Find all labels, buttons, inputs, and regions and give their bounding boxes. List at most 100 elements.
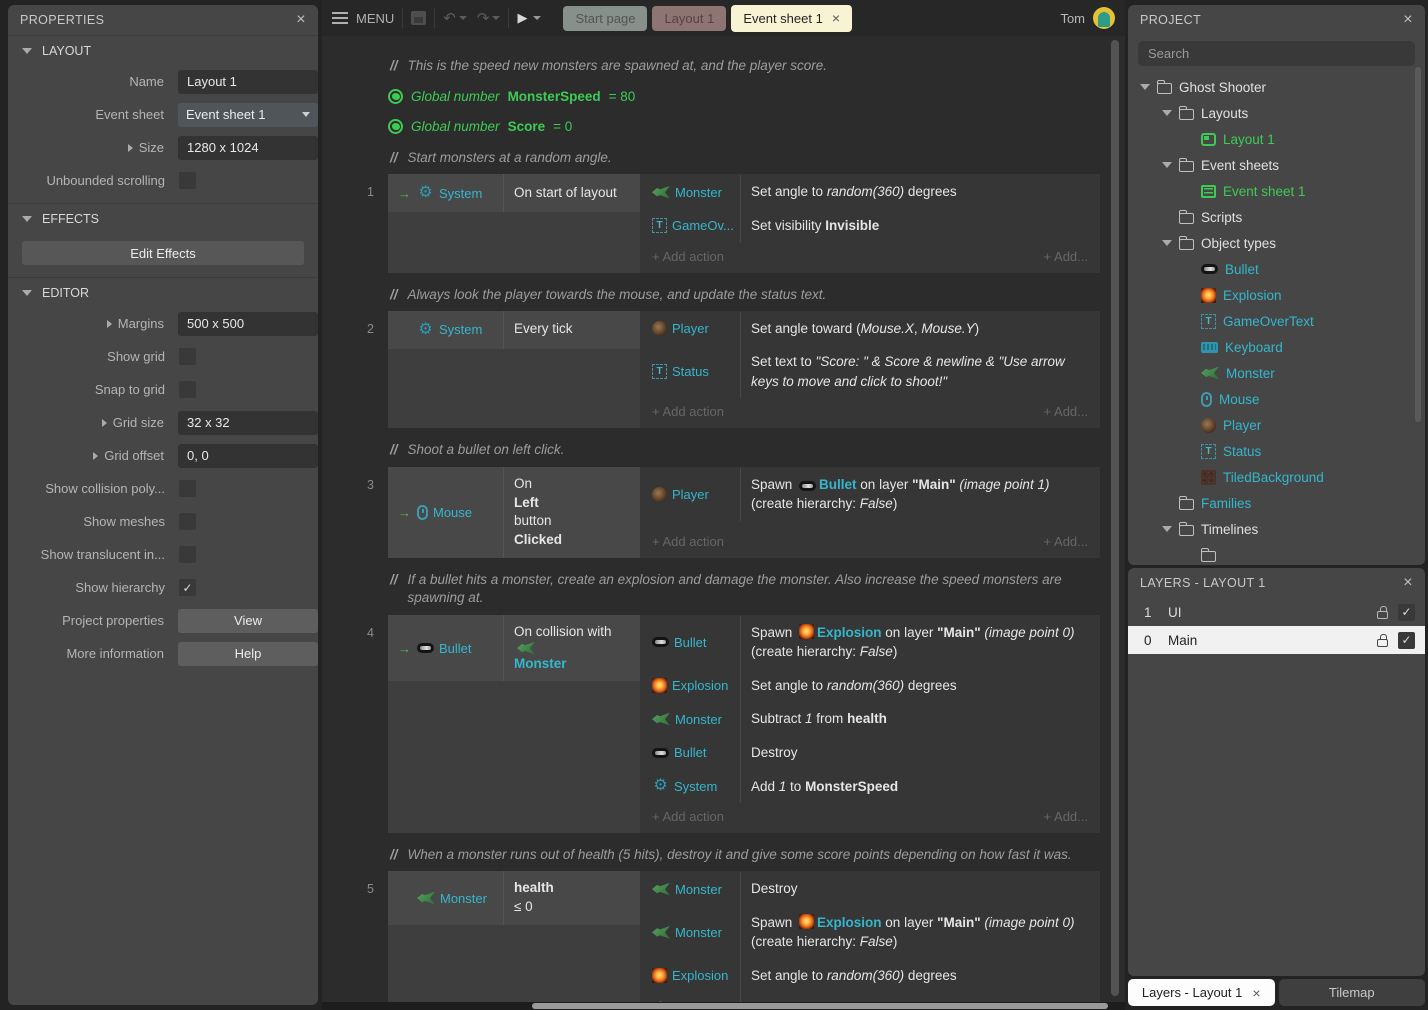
close-icon[interactable]: × xyxy=(1403,12,1413,28)
chevron-down-icon[interactable] xyxy=(1140,84,1150,90)
tab-layers-layout-1[interactable]: Layers - Layout 1× xyxy=(1128,979,1275,1006)
condition-row[interactable]: → System On start of layout xyxy=(388,174,640,212)
show-translucent-checkbox[interactable] xyxy=(179,546,196,563)
tree-item-layout-1[interactable]: Layout 1 xyxy=(1128,126,1425,152)
unbounded-scrolling-checkbox[interactable] xyxy=(179,172,196,189)
tree-item-event-sheet-1[interactable]: Event sheet 1 xyxy=(1128,178,1425,204)
condition-row[interactable]: System Every tick xyxy=(388,311,640,349)
tree-item-monster[interactable]: Monster xyxy=(1128,360,1425,386)
action-row[interactable]: System Add 1 to MonsterSpeed xyxy=(640,770,1100,804)
layer-row-ui[interactable]: 1 UI xyxy=(1128,598,1425,626)
tree-item-families[interactable]: Families xyxy=(1128,490,1425,516)
chevron-right-icon[interactable] xyxy=(128,144,133,152)
tree-item-layouts[interactable]: Layouts xyxy=(1128,100,1425,126)
chevron-right-icon[interactable] xyxy=(93,452,98,460)
action-row[interactable]: Bullet Destroy xyxy=(640,736,1100,770)
save-icon[interactable] xyxy=(411,11,426,25)
comment[interactable]: // When a monster runs out of health (5 … xyxy=(390,846,1102,864)
snap-to-grid-checkbox[interactable] xyxy=(179,381,196,398)
show-grid-checkbox[interactable] xyxy=(179,348,196,365)
tree-item-scripts[interactable]: Scripts xyxy=(1128,204,1425,230)
undo-dropdown-icon[interactable] xyxy=(459,16,467,20)
comment[interactable]: // Shoot a bullet on left click. xyxy=(390,441,1102,459)
tab-layout-1[interactable]: Layout 1 xyxy=(652,6,726,31)
edit-effects-button[interactable]: Edit Effects xyxy=(22,241,304,265)
project-scrollbar[interactable] xyxy=(1415,67,1421,422)
tree-item-keyboard[interactable]: Keyboard xyxy=(1128,334,1425,360)
chevron-down-icon[interactable] xyxy=(1162,162,1172,168)
name-field[interactable] xyxy=(178,70,318,94)
add-more-link[interactable]: + Add... xyxy=(1044,249,1088,264)
tree-item-mouse[interactable]: Mouse xyxy=(1128,386,1425,412)
tree-item-ghost-shooter[interactable]: Ghost Shooter xyxy=(1128,74,1425,100)
tree-item-event-sheets[interactable]: Event sheets xyxy=(1128,152,1425,178)
view-button[interactable]: View xyxy=(178,609,318,633)
layer-row-main[interactable]: 0 Main xyxy=(1128,626,1425,654)
tab-event-sheet-1[interactable]: Event sheet 1× xyxy=(731,5,852,32)
size-field[interactable] xyxy=(178,136,318,160)
redo-icon[interactable]: ↷ xyxy=(477,9,490,27)
grid-size-field[interactable] xyxy=(178,411,318,435)
tree-item-bullet[interactable]: Bullet xyxy=(1128,256,1425,282)
add-more-link[interactable]: + Add... xyxy=(1044,404,1088,419)
margins-field[interactable] xyxy=(178,312,318,336)
comment[interactable]: // Always look the player towards the mo… xyxy=(390,286,1102,304)
condition-row[interactable]: → Mouse On Left button Clicked xyxy=(388,467,640,559)
layer-visible-checkbox[interactable] xyxy=(1398,604,1415,621)
menu-icon[interactable] xyxy=(332,12,348,24)
close-icon[interactable]: × xyxy=(832,10,840,26)
unlock-icon[interactable] xyxy=(1377,611,1388,619)
tree-item-explosion[interactable]: Explosion xyxy=(1128,282,1425,308)
chevron-down-icon[interactable] xyxy=(1162,240,1172,246)
vertical-scrollbar[interactable] xyxy=(1111,40,1119,996)
global-variable[interactable]: Global number MonsterSpeed = 80 xyxy=(388,82,1125,110)
chevron-right-icon[interactable] xyxy=(107,320,112,328)
action-row[interactable]: Player Spawn Bullet on layer "Main" (ima… xyxy=(640,468,1100,521)
add-action-link[interactable]: + Add action xyxy=(652,809,724,824)
close-icon[interactable]: × xyxy=(1252,985,1260,1001)
action-row[interactable]: Monster Destroy xyxy=(640,872,1100,906)
redo-dropdown-icon[interactable] xyxy=(492,16,500,20)
show-meshes-checkbox[interactable] xyxy=(179,513,196,530)
tree-item-gameovertext[interactable]: GameOverText xyxy=(1128,308,1425,334)
action-row[interactable]: Explosion Set angle to random(360) degre… xyxy=(640,959,1100,993)
layer-visible-checkbox[interactable] xyxy=(1398,632,1415,649)
chevron-down-icon[interactable] xyxy=(1162,526,1172,532)
comment[interactable]: // If a bullet hits a monster, create an… xyxy=(390,571,1102,607)
action-row[interactable]: Player Set angle toward (Mouse.X, Mouse.… xyxy=(640,312,1100,346)
tree-item-tiledbackground[interactable]: TiledBackground xyxy=(1128,464,1425,490)
unlock-icon[interactable] xyxy=(1377,639,1388,647)
tree-item-partial[interactable] xyxy=(1128,542,1425,565)
global-variable[interactable]: Global number Score = 0 xyxy=(388,112,1125,140)
close-icon[interactable]: × xyxy=(296,12,306,28)
avatar[interactable] xyxy=(1093,7,1115,29)
search-input[interactable] xyxy=(1138,41,1415,66)
tree-item-status[interactable]: Status xyxy=(1128,438,1425,464)
play-icon[interactable]: ▶ xyxy=(517,10,527,26)
add-action-link[interactable]: + Add action xyxy=(652,404,724,419)
condition-row[interactable]: Monster health ≤ 0 xyxy=(388,871,640,925)
undo-icon[interactable]: ↶ xyxy=(443,9,456,27)
event-sheet-select[interactable]: Event sheet 1 xyxy=(178,103,318,127)
action-row[interactable]: Bullet Spawn Explosion on layer "Main" (… xyxy=(640,616,1100,669)
tab-tilemap[interactable]: Tilemap xyxy=(1279,979,1426,1006)
tree-item-object-types[interactable]: Object types xyxy=(1128,230,1425,256)
play-dropdown-icon[interactable] xyxy=(533,16,541,20)
close-icon[interactable]: × xyxy=(1403,575,1413,591)
tab-start-page[interactable]: Start page xyxy=(563,6,647,31)
chevron-down-icon[interactable] xyxy=(1162,110,1172,116)
section-editor[interactable]: EDITOR xyxy=(8,277,318,307)
help-button[interactable]: Help xyxy=(178,642,318,666)
comment[interactable]: // Start monsters at a random angle. xyxy=(390,149,1102,167)
action-row[interactable]: GameOv... Set visibility Invisible xyxy=(640,209,1100,243)
add-action-link[interactable]: + Add action xyxy=(652,249,724,264)
comment[interactable]: // This is the speed new monsters are sp… xyxy=(390,57,1102,75)
add-action-link[interactable]: + Add action xyxy=(652,534,724,549)
action-row[interactable]: System Add Monster.Movement.Speed to Sco… xyxy=(640,993,1100,1002)
horizontal-scrollbar[interactable] xyxy=(532,1003,1108,1009)
menu-label[interactable]: MENU xyxy=(356,11,394,26)
add-more-link[interactable]: + Add... xyxy=(1044,534,1088,549)
tree-item-player[interactable]: Player xyxy=(1128,412,1425,438)
action-row[interactable]: Monster Spawn Explosion on layer "Main" … xyxy=(640,906,1100,959)
section-layout[interactable]: LAYOUT xyxy=(8,35,318,65)
